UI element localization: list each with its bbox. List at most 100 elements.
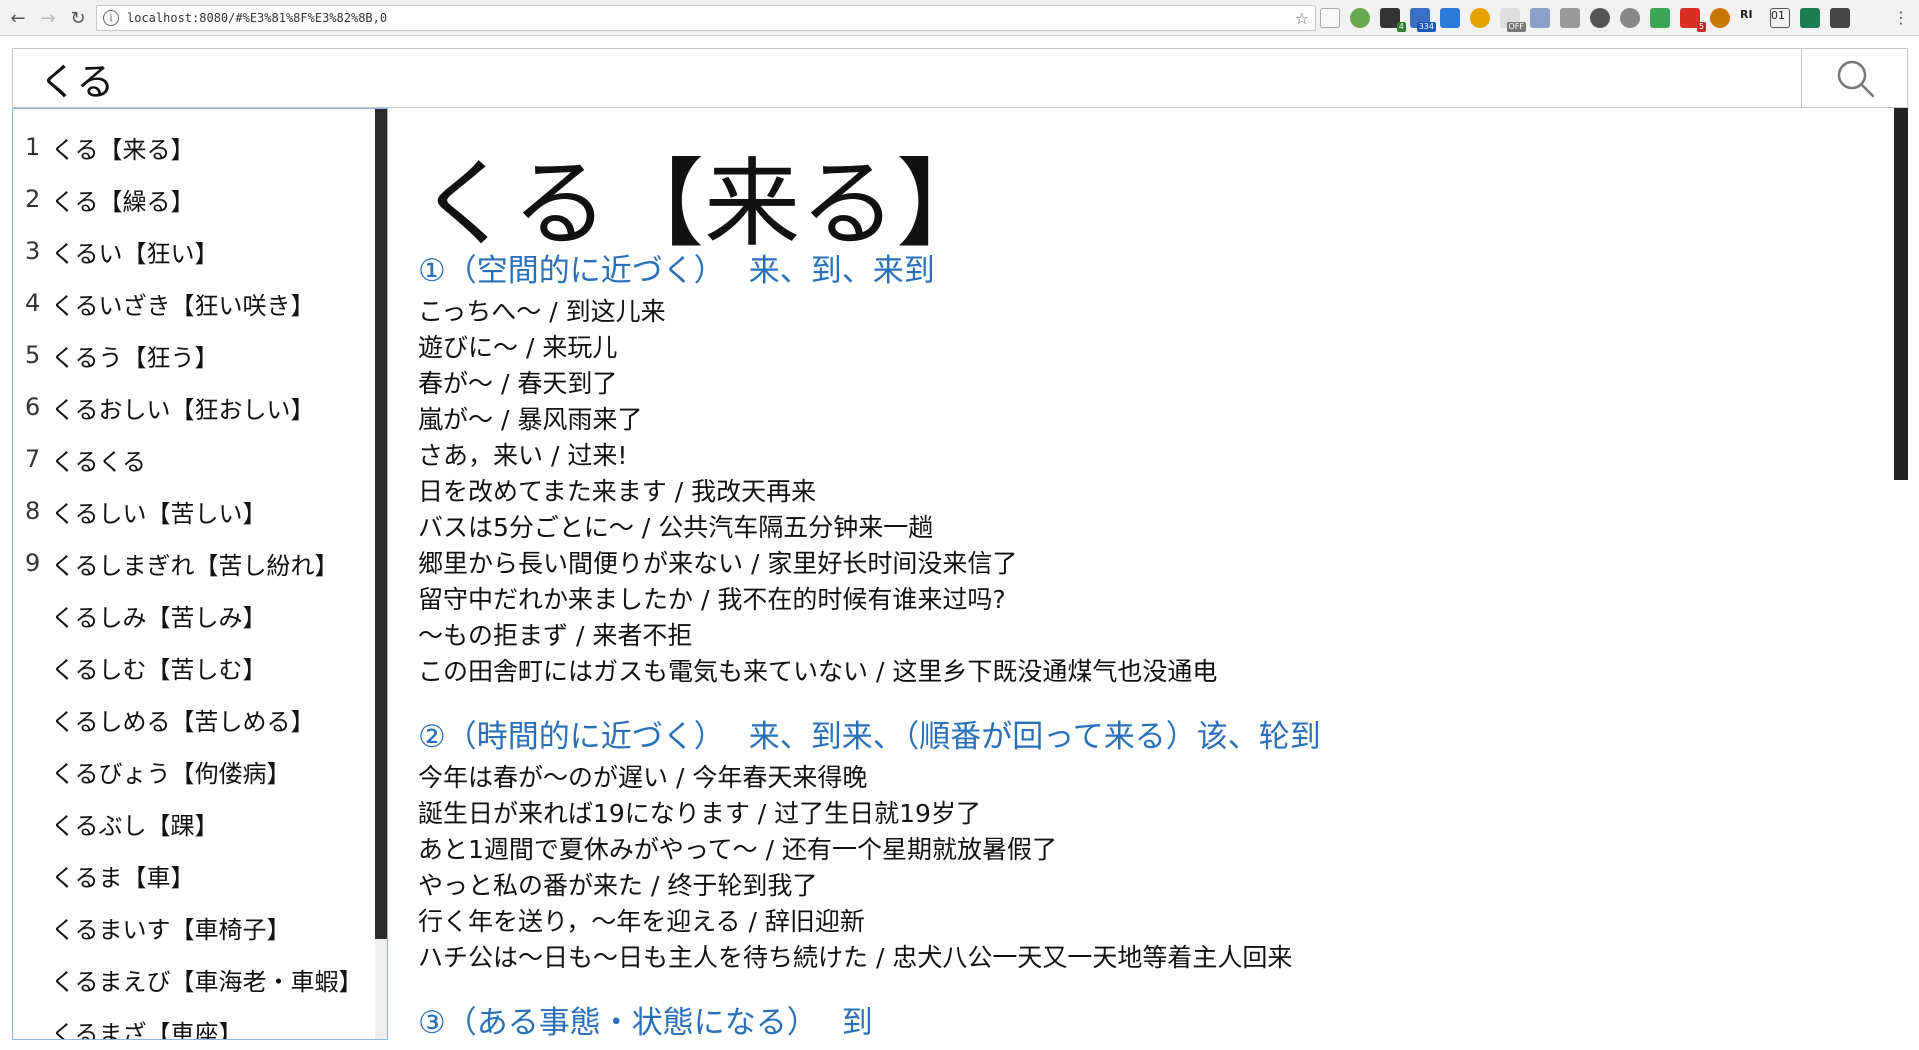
result-item-label: くる【来る】 bbox=[51, 135, 195, 164]
result-item[interactable]: くるしみ【苦しみ】 bbox=[13, 589, 371, 641]
extension-globe-icon[interactable] bbox=[1710, 8, 1730, 28]
example-sentence: 留守中だれか来ましたか / 我不在的时候有谁来过吗? bbox=[418, 585, 1006, 614]
result-item-number: 1 bbox=[25, 133, 41, 161]
result-item-label: くるまえび【車海老・車蝦】 bbox=[51, 967, 363, 996]
list-scrollbar-thumb[interactable] bbox=[375, 109, 387, 939]
browser-toolbar: ← → ↻ i localhost:8080/#%E3%81%8F%E3%82%… bbox=[0, 0, 1919, 36]
result-item-label: くるまざ【車座】 bbox=[51, 1019, 243, 1040]
sense-heading-ja: ③（ある事態・状態になる） bbox=[418, 1005, 818, 1040]
sense-heading-zh: 到 bbox=[841, 1005, 873, 1040]
result-item[interactable]: くるびょう【佝偻病】 bbox=[13, 745, 371, 797]
info-icon[interactable]: i bbox=[103, 10, 119, 26]
example-sentence: さあ，来い / 过来! bbox=[418, 441, 628, 470]
result-items: 1 くる【来る】 2 くる【繰る】 3 くるい【狂い】 4 くるいざき【狂い咲き】 5 くるう【狂… bbox=[13, 109, 371, 1040]
example-sentence: 行く年を送り，～年を迎える / 辞旧迎新 bbox=[418, 907, 865, 936]
result-item[interactable]: 5 くるう【狂う】 bbox=[13, 329, 371, 381]
browser-menu-icon[interactable]: ⋮ bbox=[1893, 8, 1909, 27]
extension-bug-icon[interactable] bbox=[1830, 8, 1850, 28]
list-scrollbar-track[interactable] bbox=[375, 109, 387, 1039]
result-item[interactable]: くるぶし【踝】 bbox=[13, 797, 371, 849]
example-sentence: 日を改めてまた来ます / 我改天再来 bbox=[418, 477, 817, 506]
entry-scrollbar-thumb[interactable] bbox=[1894, 108, 1908, 480]
extension-s-icon[interactable] bbox=[1440, 8, 1460, 28]
result-item-label: くるしまぎれ【苦し紛れ】 bbox=[51, 551, 339, 580]
example-sentence: この田舎町にはガスも電気も来ていない / 这里乡下既没通煤气也没通电 bbox=[418, 657, 1218, 686]
extension-vue-icon[interactable] bbox=[1800, 8, 1820, 28]
address-url[interactable]: localhost:8080/#%E3%81%8F%E3%82%8B,0 bbox=[127, 11, 387, 25]
sense-heading-zh: 来、到来、（順番が回って来る）该、轮到 bbox=[748, 719, 1321, 755]
example-sentence: あと1週間で夏休みがやって～ / 还有一个星期就放暑假了 bbox=[418, 835, 1057, 864]
extension-off-icon[interactable]: OFF bbox=[1500, 8, 1526, 32]
extension-01-icon[interactable]: 01 bbox=[1770, 8, 1790, 28]
result-item-label: くるまいす【車椅子】 bbox=[51, 915, 291, 944]
extension-eye-icon[interactable] bbox=[1590, 8, 1610, 28]
result-item[interactable]: くるまいす【車椅子】 bbox=[13, 901, 371, 953]
search-input[interactable] bbox=[13, 49, 1801, 107]
result-item-label: くるしみ【苦しみ】 bbox=[51, 603, 267, 632]
result-list: 1 くる【来る】 2 くる【繰る】 3 くるい【狂い】 4 くるいざき【狂い咲き】 5 くるう【狂… bbox=[12, 108, 388, 1040]
entry-panel: くる【来る】 ①（空間的に近づく） 来、到、来到 こっちへ～ / 到这儿来 遊びに～ … bbox=[388, 108, 1908, 1040]
extension-badge: 4 bbox=[1396, 22, 1406, 32]
extension-mail-icon[interactable]: 5 bbox=[1680, 8, 1706, 32]
extension-puzzle-icon[interactable] bbox=[1560, 8, 1580, 28]
result-item[interactable]: 3 くるい【狂い】 bbox=[13, 225, 371, 277]
result-item[interactable]: 2 くる【繰る】 bbox=[13, 173, 371, 225]
result-item-label: くるぶし【踝】 bbox=[51, 811, 219, 840]
result-item-number: 7 bbox=[25, 445, 41, 473]
result-item-label: くるしむ【苦しむ】 bbox=[51, 655, 267, 684]
extension-reader-icon[interactable] bbox=[1320, 8, 1340, 28]
result-item-number: 3 bbox=[25, 237, 41, 265]
search-bar bbox=[12, 48, 1908, 108]
sense-block: ③（ある事態・状態になる） 到 bbox=[418, 1000, 1868, 1040]
extension-green-dot-icon[interactable] bbox=[1350, 8, 1370, 28]
forward-arrow-icon[interactable]: → bbox=[36, 6, 60, 30]
result-item-label: くるい【狂い】 bbox=[51, 239, 219, 268]
extension-ri-icon[interactable]: RI bbox=[1740, 8, 1760, 28]
example-sentence: バスは5分ごとに～ / 公共汽车隔五分钟来一趟 bbox=[418, 513, 934, 542]
sense-list: ①（空間的に近づく） 来、到、来到 こっちへ～ / 到这儿来 遊びに～ / 来玩儿 春が… bbox=[418, 248, 1868, 1040]
result-item-number: 4 bbox=[25, 289, 41, 317]
result-item[interactable]: 4 くるいざき【狂い咲き】 bbox=[13, 277, 371, 329]
extension-orange-icon[interactable] bbox=[1470, 8, 1490, 28]
result-item[interactable]: 9 くるしまぎれ【苦し紛れ】 bbox=[13, 537, 371, 589]
sense-heading: ②（時間的に近づく） 来、到来、（順番が回って来る）该、轮到 bbox=[418, 714, 1868, 760]
example-sentence: 郷里から長い間便りが来ない / 家里好长时间没来信了 bbox=[418, 549, 1018, 578]
result-item[interactable]: くるまざ【車座】 bbox=[13, 1005, 371, 1040]
result-item-label: くるくる bbox=[51, 447, 147, 476]
extension-dark-icon[interactable]: 4 bbox=[1380, 8, 1406, 32]
result-item[interactable]: 7 くるくる bbox=[13, 433, 371, 485]
entry-title: くる【来る】 bbox=[418, 148, 993, 260]
extension-badge: OFF bbox=[1506, 22, 1526, 32]
back-arrow-icon[interactable]: ← bbox=[6, 6, 30, 30]
result-item-label: くるおしい【狂おしい】 bbox=[51, 395, 315, 424]
extension-chart-icon[interactable] bbox=[1530, 8, 1550, 28]
reload-icon[interactable]: ↻ bbox=[66, 6, 90, 30]
result-item-label: くるいざき【狂い咲き】 bbox=[51, 291, 315, 320]
sense-heading-zh: 来、到、来到 bbox=[748, 253, 935, 289]
result-item-label: くる【繰る】 bbox=[51, 187, 195, 216]
example-sentence: 遊びに～ / 来玩儿 bbox=[418, 333, 618, 362]
result-item[interactable]: くるしめる【苦しめる】 bbox=[13, 693, 371, 745]
result-item[interactable]: くるしむ【苦しむ】 bbox=[13, 641, 371, 693]
result-item[interactable]: 1 くる【来る】 bbox=[13, 121, 371, 173]
sense-heading: ③（ある事態・状態になる） 到 bbox=[418, 1000, 1868, 1040]
extension-compass-icon[interactable] bbox=[1620, 8, 1640, 28]
sense-block: ②（時間的に近づく） 来、到来、（順番が回って来る）该、轮到今年は春が～のが遅い … bbox=[418, 714, 1868, 976]
result-item-number: 6 bbox=[25, 393, 41, 421]
sense-heading-ja: ②（時間的に近づく） bbox=[418, 719, 725, 755]
address-bar[interactable]: i localhost:8080/#%E3%81%8F%E3%82%8B,0 ☆ bbox=[96, 5, 1316, 31]
search-button[interactable] bbox=[1801, 49, 1907, 107]
result-item[interactable]: くるまえび【車海老・車蝦】 bbox=[13, 953, 371, 1005]
sense-heading: ①（空間的に近づく） 来、到、来到 bbox=[418, 248, 1868, 294]
extension-feed-icon[interactable]: 334 bbox=[1410, 8, 1436, 32]
extension-badge: 334 bbox=[1416, 22, 1436, 32]
result-item-number: 8 bbox=[25, 497, 41, 525]
example-sentence: 今年は春が～のが遅い / 今年春天来得晚 bbox=[418, 763, 868, 792]
result-item[interactable]: 6 くるおしい【狂おしい】 bbox=[13, 381, 371, 433]
result-item[interactable]: 8 くるしい【苦しい】 bbox=[13, 485, 371, 537]
result-item[interactable]: くるま【車】 bbox=[13, 849, 371, 901]
example-sentence: ハチ公は～日も～日も主人を待ち続けた / 忠犬八公一天又一天地等着主人回来 bbox=[418, 943, 1293, 972]
extension-shield-icon[interactable] bbox=[1650, 8, 1670, 28]
result-item-number: 2 bbox=[25, 185, 41, 213]
bookmark-star-icon[interactable]: ☆ bbox=[1295, 9, 1309, 28]
